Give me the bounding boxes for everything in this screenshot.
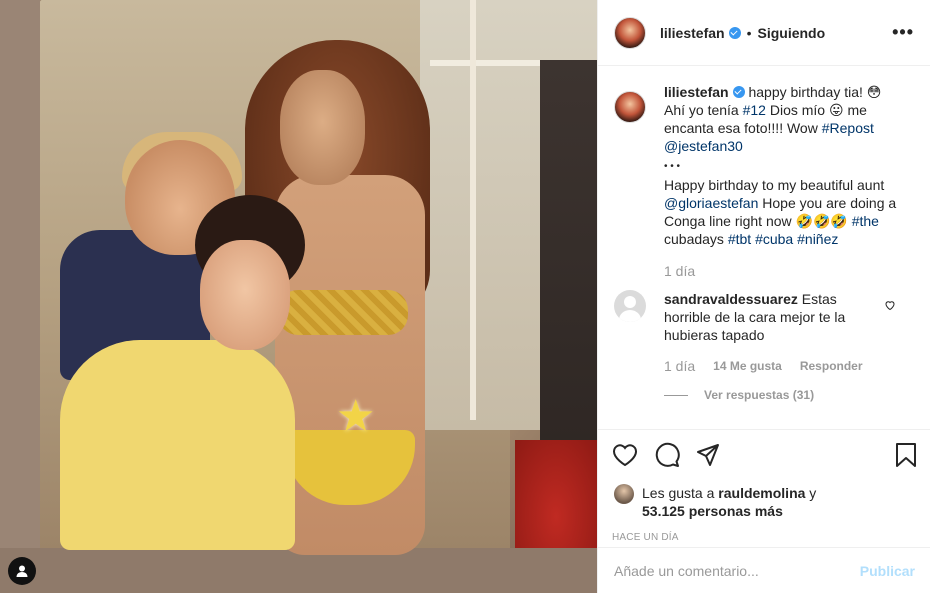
following-button[interactable]: Siguiendo	[758, 25, 826, 41]
commenter-username[interactable]: sandravaldessuarez	[664, 291, 798, 307]
star-sticker-icon: ★	[336, 391, 376, 442]
liker-username[interactable]: rauldemolina	[718, 485, 805, 501]
caption: liliestefan happy birthday tia! 😳 Ahí yo…	[614, 83, 915, 280]
person-woman-shirt	[60, 340, 295, 550]
hashtag-link[interactable]: #tbt	[728, 231, 751, 247]
user-tag-icon[interactable]	[8, 557, 36, 585]
liker-avatar[interactable]	[614, 484, 634, 504]
verified-badge-icon	[728, 26, 741, 39]
comment-item: sandravaldessuarez Estas horrible de la …	[614, 290, 915, 344]
hashtag-link[interactable]: #12	[743, 102, 766, 118]
mention-link[interactable]: @jestefan30	[664, 138, 743, 154]
person-woman-face	[200, 240, 290, 350]
hashtag-link[interactable]: #Repost	[822, 120, 874, 136]
hashtag-link[interactable]: #the	[852, 213, 879, 229]
reply-button[interactable]: Responder	[800, 359, 863, 373]
likes-text: Les gusta a rauldemolina y 53.125 person…	[642, 484, 816, 520]
photo-edge	[0, 0, 40, 593]
view-replies-button[interactable]: Ver respuestas (31)	[664, 388, 915, 402]
caption-time[interactable]: 1 día	[664, 262, 915, 280]
comment-time[interactable]: 1 día	[664, 358, 695, 374]
caption-greeting: happy birthday tia! 😳	[748, 84, 882, 100]
post-details-panel: liliestefan • Siguiendo ••• liliestefan …	[597, 0, 930, 593]
comment-input[interactable]	[614, 562, 860, 579]
bookmark-icon[interactable]	[895, 442, 917, 468]
likes-count[interactable]: 53.125 personas más	[642, 503, 783, 519]
caption-dots: • • •	[664, 161, 681, 172]
comment-like-heart-icon[interactable]	[884, 298, 896, 344]
comments-section[interactable]: liliestefan happy birthday tia! 😳 Ahí yo…	[598, 67, 930, 429]
post-header: liliestefan • Siguiendo •••	[598, 0, 930, 66]
liked-by[interactable]: Les gusta a rauldemolina y 53.125 person…	[612, 484, 917, 520]
caption-text-part: Ahí yo tenía	[664, 102, 743, 118]
comment-body: sandravaldessuarez Estas horrible de la …	[664, 290, 874, 344]
caption-avatar[interactable]	[614, 91, 646, 123]
photo-bottom-border	[0, 548, 597, 593]
comment-icon[interactable]	[654, 442, 680, 468]
caption-text-part: Happy birthday to my beautiful aunt	[664, 177, 885, 193]
more-options-icon[interactable]: •••	[892, 22, 914, 43]
hashtag-link[interactable]: #niñez	[797, 231, 838, 247]
replies-line	[664, 394, 688, 396]
post-actions: Les gusta a rauldemolina y 53.125 person…	[598, 429, 930, 543]
likes-prefix: Les gusta a	[642, 485, 719, 501]
hashtag-link[interactable]: #cuba	[755, 231, 793, 247]
caption-text-part: cubadays	[664, 231, 724, 247]
comment-likes[interactable]: 14 Me gusta	[713, 359, 782, 373]
publish-button[interactable]: Publicar	[860, 563, 915, 579]
header-username[interactable]: liliestefan	[660, 25, 725, 41]
caption-username[interactable]: liliestefan	[664, 84, 729, 100]
posted-time[interactable]: HACE UN DÍA	[612, 532, 917, 543]
add-comment-bar: Publicar	[598, 547, 930, 593]
mention-link[interactable]: @gloriaestefan	[664, 195, 758, 211]
comment-meta: 1 día 14 Me gusta Responder	[664, 358, 915, 374]
avatar[interactable]	[614, 16, 646, 49]
verified-badge-icon	[732, 86, 745, 98]
share-icon[interactable]	[696, 443, 720, 467]
heart-icon[interactable]	[612, 443, 638, 467]
post-photo[interactable]: ★	[0, 0, 597, 593]
action-icons	[612, 440, 917, 470]
caption-text: liliestefan happy birthday tia! 😳 Ahí yo…	[664, 83, 915, 280]
view-replies-label: Ver respuestas (31)	[704, 388, 815, 402]
photo-window-bar	[470, 0, 476, 420]
likes-mid: y	[805, 485, 817, 501]
commenter-avatar[interactable]	[614, 290, 646, 322]
person-girl-face	[280, 70, 365, 185]
separator-dot: •	[746, 24, 752, 41]
bikini-top	[278, 290, 408, 335]
